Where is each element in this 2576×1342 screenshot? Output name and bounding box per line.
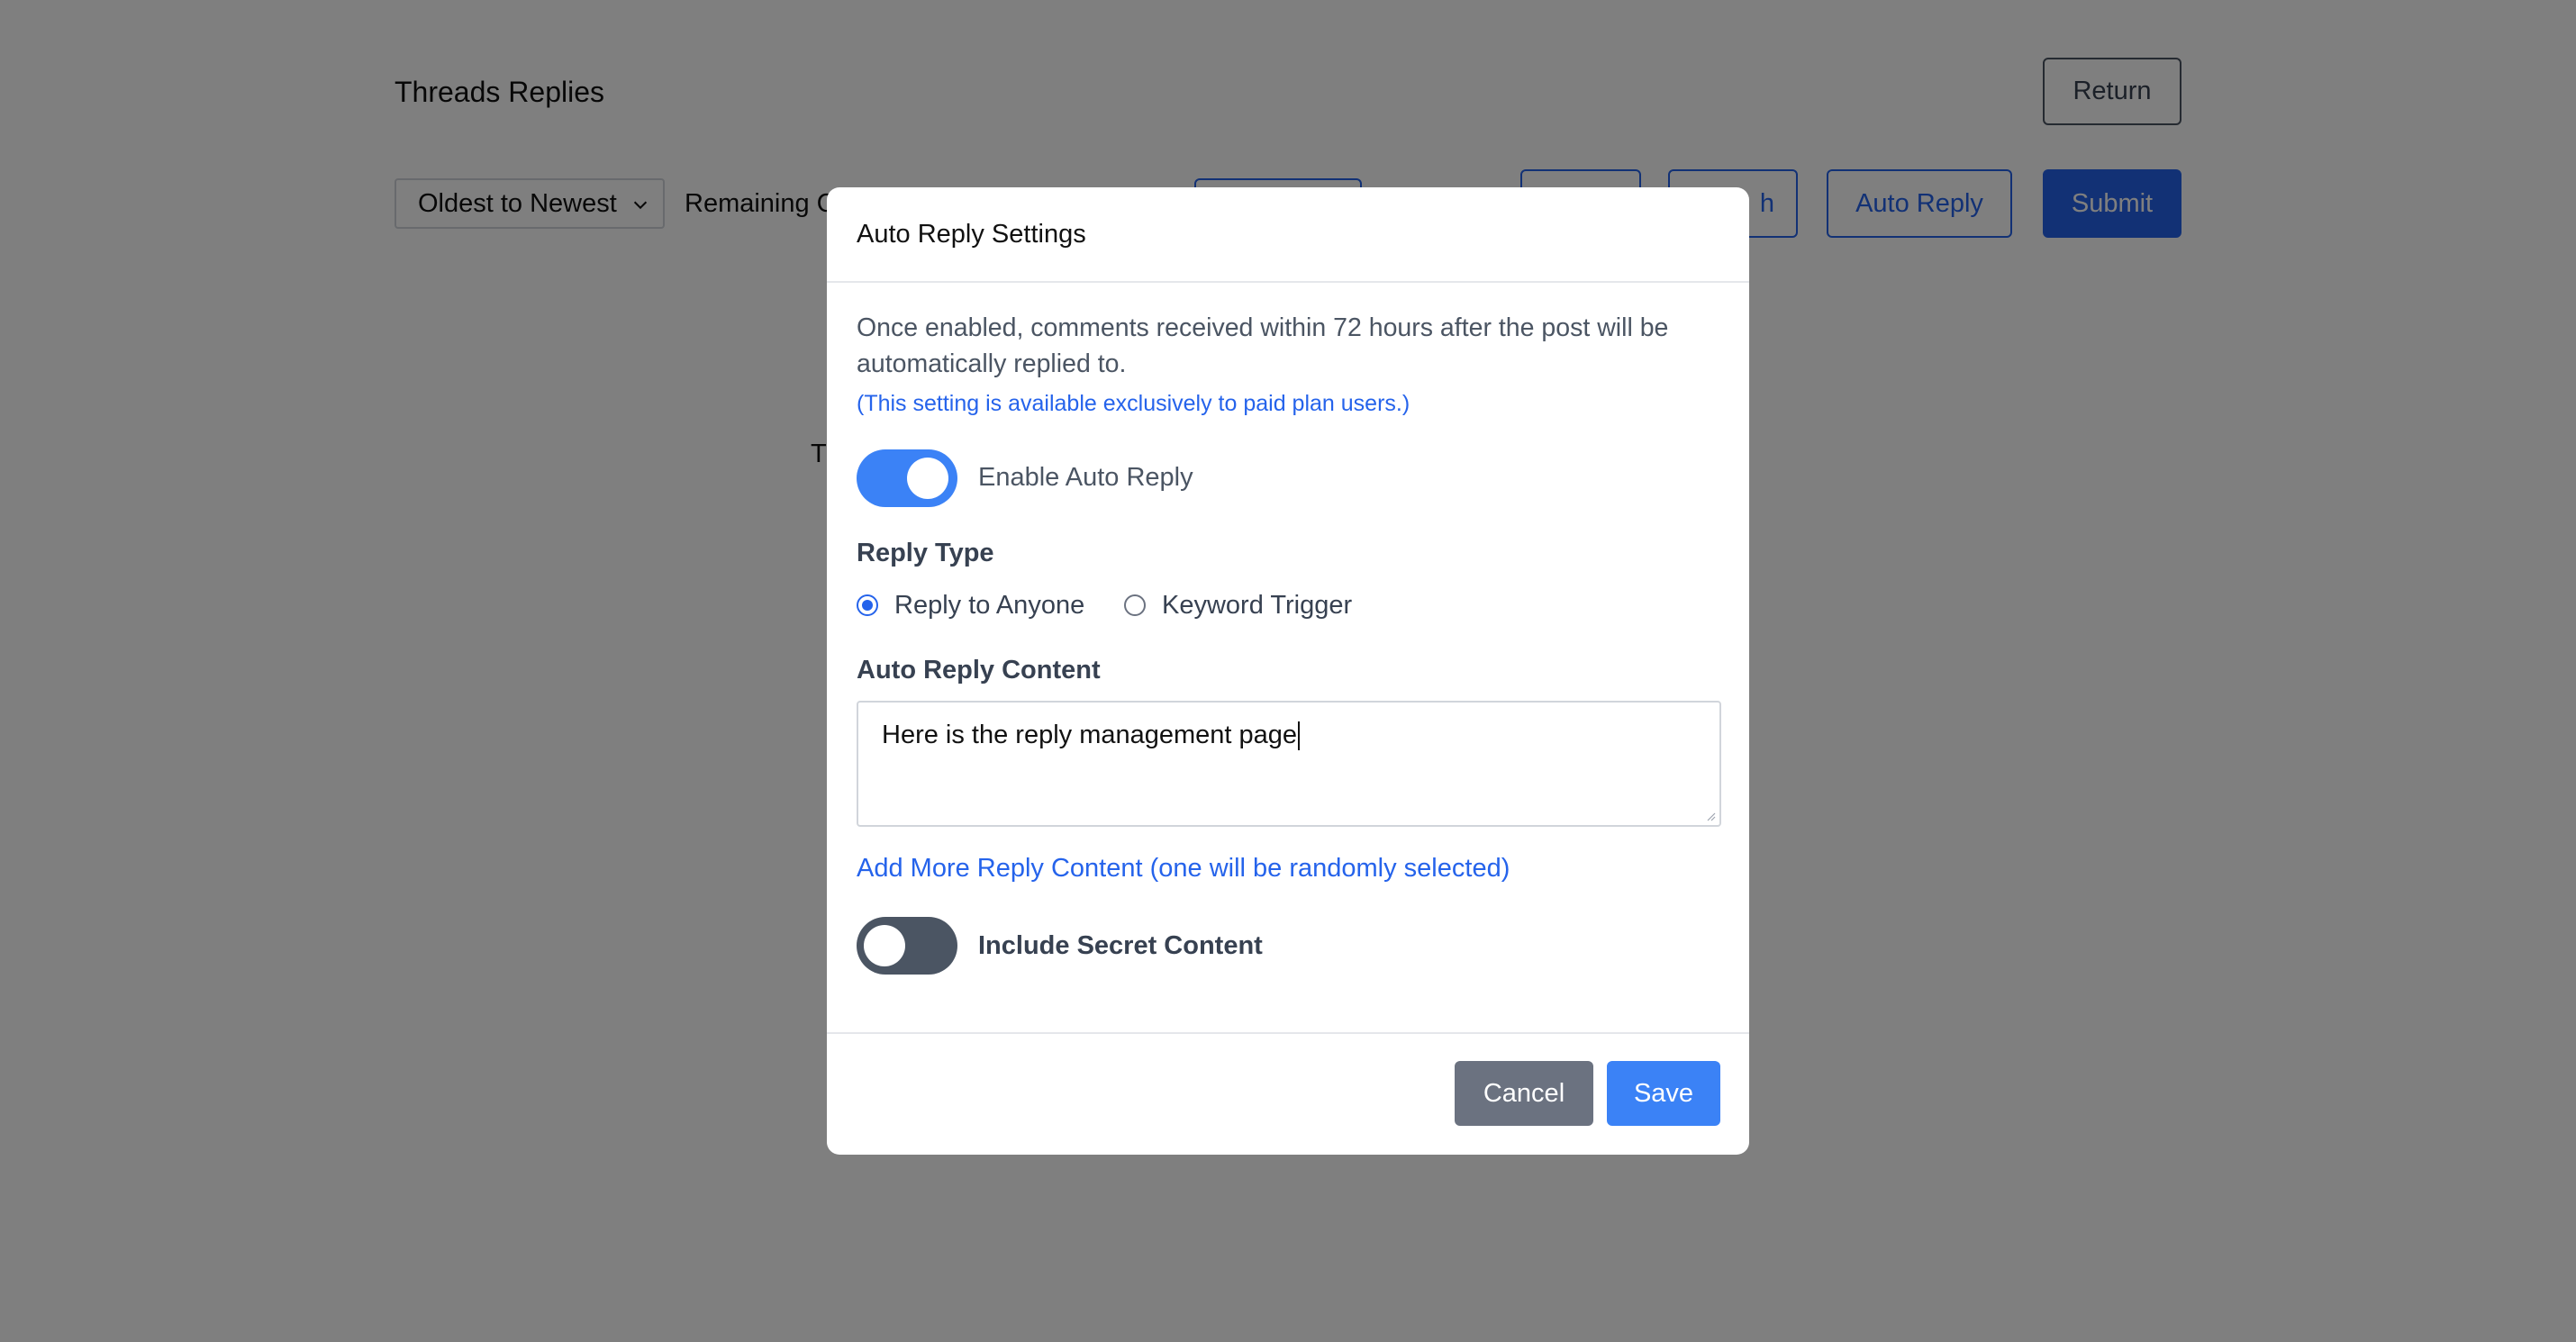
modal-title: Auto Reply Settings	[857, 220, 1086, 249]
radio-label: Reply to Anyone	[894, 590, 1085, 620]
reply-type-label: Reply Type	[857, 539, 994, 567]
paid-plan-note: (This setting is available exclusively t…	[857, 391, 1410, 416]
modal-description: Once enabled, comments received within 7…	[857, 313, 1669, 378]
radio-checked-icon[interactable]	[857, 594, 878, 616]
enable-auto-reply-label: Enable Auto Reply	[978, 463, 1193, 492]
radio-keyword-trigger[interactable]: Keyword Trigger	[1124, 587, 1352, 623]
toggle-knob	[907, 458, 948, 499]
auto-reply-content-textarea[interactable]: Here is the reply management page	[857, 701, 1721, 827]
enable-auto-reply-toggle[interactable]	[857, 449, 957, 507]
radio-unchecked-icon[interactable]	[1124, 594, 1146, 616]
add-more-reply-content-link[interactable]: Add More Reply Content (one will be rand…	[857, 850, 1510, 886]
toggle-knob	[864, 925, 905, 966]
include-secret-content-toggle[interactable]	[857, 917, 957, 975]
radio-reply-to-anyone[interactable]: Reply to Anyone	[857, 587, 1084, 623]
modal-header: Auto Reply Settings	[827, 187, 1749, 283]
textarea-value: Here is the reply management page	[882, 721, 1298, 749]
save-button[interactable]: Save	[1607, 1061, 1720, 1126]
resize-grip-icon[interactable]	[1705, 811, 1716, 821]
radio-label: Keyword Trigger	[1162, 590, 1353, 620]
auto-reply-settings-modal: Auto Reply Settings Once enabled, commen…	[827, 187, 1749, 1155]
cancel-button[interactable]: Cancel	[1455, 1061, 1593, 1126]
include-secret-content-label: Include Secret Content	[978, 931, 1263, 960]
auto-reply-content-label: Auto Reply Content	[857, 656, 1101, 685]
text-caret	[1298, 721, 1301, 751]
